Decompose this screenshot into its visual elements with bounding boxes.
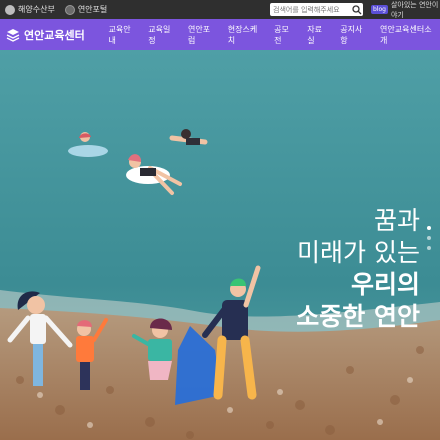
ministry-link[interactable]: 해양수산부 [5, 4, 55, 15]
headline-line-3: 우리의 [350, 270, 420, 299]
main-navigation: 연안교육센터 교육안내 교육일정 연안포럼 현장스케치 공모전 자료실 공지사항… [0, 19, 440, 50]
brand-name: 연안교육센터 [24, 28, 85, 42]
portal-label: 연안포털 [77, 5, 108, 14]
slide-indicator [427, 226, 431, 250]
headline-line-4: 소중한 연안 [296, 302, 420, 331]
menu-contest[interactable]: 공모전 [268, 24, 301, 46]
headline-line-2: 미래가 있는 [297, 238, 420, 267]
story-label: 살아있는 연안이야기 [390, 0, 439, 19]
site-logo[interactable]: 연안교육센터 [6, 19, 85, 50]
menu-field-sketch[interactable]: 현장스케치 [221, 24, 267, 46]
ministry-label: 해양수산부 [18, 5, 55, 14]
menu-education-schedule[interactable]: 교육일정 [142, 24, 182, 46]
menu-coastal-forum[interactable]: 연안포럼 [182, 24, 222, 46]
slide-dot[interactable] [427, 236, 431, 240]
portal-link[interactable]: 연안포털 [64, 4, 108, 15]
menu-notices[interactable]: 공지사항 [334, 24, 374, 46]
hero-headline: 꿈과 미래가 있는 우리의 소중한 연안 [296, 205, 420, 333]
portal-logo-icon [64, 4, 75, 15]
story-link[interactable]: blog 살아있는 연안이야기 [371, 0, 440, 19]
headline-line-1: 꿈과 [373, 206, 420, 235]
hero-banner: 꿈과 미래가 있는 우리의 소중한 연안 [0, 50, 440, 440]
menu-resources[interactable]: 자료실 [301, 24, 334, 46]
search-box [270, 3, 363, 16]
agency-links: 해양수산부 연안포털 [5, 0, 107, 19]
blog-badge: blog [371, 5, 388, 14]
top-utility-bar: 해양수산부 연안포털 blog 살아있는 연안이야기 [0, 0, 440, 19]
layers-logo-icon [6, 28, 20, 42]
search-input[interactable] [270, 3, 351, 16]
menu-bar: 교육안내 교육일정 연안포럼 현장스케치 공모전 자료실 공지사항 연안교육센터… [102, 19, 440, 50]
slide-dot[interactable] [427, 246, 431, 250]
search-icon[interactable] [351, 4, 363, 16]
menu-about-center[interactable]: 연안교육센터소개 [374, 24, 440, 46]
menu-education-guide[interactable]: 교육안내 [102, 24, 142, 46]
ministry-logo-icon [5, 4, 15, 15]
slide-dot[interactable] [427, 226, 431, 230]
